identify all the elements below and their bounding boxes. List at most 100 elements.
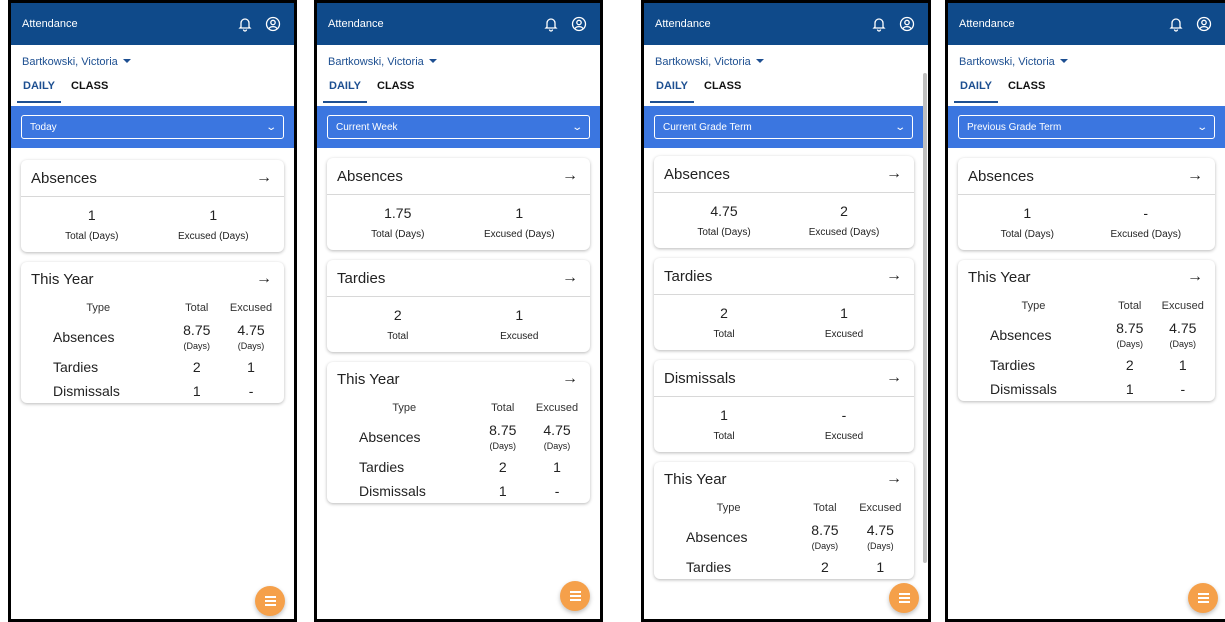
app-title: Attendance xyxy=(22,18,78,30)
col-header: Total xyxy=(185,302,209,314)
this-year-table: Type Total Excused Absences 8.75 (Days) 4.7… xyxy=(21,300,284,403)
menu-fab-button[interactable] xyxy=(889,583,919,613)
tab-class[interactable]: CLASS xyxy=(65,76,114,98)
col-header: Type xyxy=(1021,300,1046,312)
this-year-card[interactable]: This Year → Type Total Excused Absences 8.7… xyxy=(327,362,590,503)
col-header: Excused xyxy=(535,402,579,414)
bell-icon[interactable] xyxy=(1165,13,1187,35)
tab-daily[interactable]: DAILY xyxy=(650,76,694,103)
col-header: Type xyxy=(716,502,741,514)
period-select[interactable]: Previous Grade Term ⌄ xyxy=(958,115,1215,139)
menu-fab-button[interactable] xyxy=(1188,583,1218,613)
this-year-card[interactable]: This Year → Type Total Excused Absences 8.7… xyxy=(958,260,1215,401)
card-title: Absences xyxy=(968,167,1034,185)
arrow-right-icon[interactable]: → xyxy=(256,169,272,187)
arrow-right-icon[interactable]: → xyxy=(256,270,272,288)
table-row: Dismissals 1 - xyxy=(21,379,284,403)
caret-down-icon xyxy=(755,59,764,63)
stat-label: Total xyxy=(387,331,409,342)
account-icon[interactable] xyxy=(568,13,590,35)
cell-unit: (Days) xyxy=(811,541,839,551)
cell-value: 2 xyxy=(498,459,507,475)
col-header: Excused xyxy=(859,502,902,514)
period-select[interactable]: Today ⌄ xyxy=(21,115,284,139)
arrow-right-icon[interactable]: → xyxy=(1187,167,1203,185)
absences-excused: - xyxy=(1143,205,1149,221)
account-icon[interactable] xyxy=(262,13,284,35)
period-select[interactable]: Current Grade Term ⌄ xyxy=(654,115,913,139)
row-label: Dismissals xyxy=(53,383,120,399)
student-selector[interactable]: Bartkowski, Victoria xyxy=(644,45,928,72)
bell-icon[interactable] xyxy=(868,13,890,35)
col-header: Total xyxy=(491,402,515,414)
period-select[interactable]: Current Week ⌄ xyxy=(327,115,590,139)
arrow-right-icon[interactable]: → xyxy=(562,269,578,287)
student-name: Bartkowski, Victoria xyxy=(22,56,118,68)
filter-bar: Current Grade Term ⌄ xyxy=(644,106,923,148)
arrow-right-icon[interactable]: → xyxy=(562,370,578,388)
row-label: Tardies xyxy=(359,459,405,475)
cell-value: 4.75 xyxy=(543,422,571,438)
menu-fab-button[interactable] xyxy=(255,586,285,616)
absences-total: 4.75 xyxy=(710,203,738,219)
tab-class[interactable]: CLASS xyxy=(1002,76,1051,98)
menu-icon xyxy=(569,591,581,601)
cell-value: 2 xyxy=(821,559,829,575)
arrow-right-icon[interactable]: → xyxy=(886,267,902,285)
menu-icon xyxy=(1197,593,1209,603)
cell-value: 1 xyxy=(1178,357,1187,373)
account-icon[interactable] xyxy=(896,13,918,35)
this-year-card[interactable]: This Year → Type Total Excused Absences 8.7… xyxy=(654,462,914,579)
tab-class[interactable]: CLASS xyxy=(698,76,747,98)
menu-icon xyxy=(264,596,276,606)
cell-value: 2 xyxy=(192,359,201,375)
cell-unit: (Days) xyxy=(237,341,265,351)
row-label: Absences xyxy=(359,428,421,445)
this-year-table: Type Total Excused Absences 8.75 (Days) 4.7… xyxy=(958,298,1215,401)
card-title: This Year xyxy=(968,268,1031,286)
cell-value: 1 xyxy=(192,383,201,399)
absences-card[interactable]: Absences → 4.75 Total (Days) 2 Excused (Day… xyxy=(654,156,914,248)
tab-daily[interactable]: DAILY xyxy=(323,76,367,103)
bell-icon[interactable] xyxy=(540,13,562,35)
cell-value: 1 xyxy=(1125,381,1134,397)
cell-value: 8.75 xyxy=(1116,320,1144,336)
absences-card[interactable]: Absences → 1.75 Total (Days) 1 Excused (Day… xyxy=(327,158,590,250)
row-label: Dismissals xyxy=(359,483,426,499)
student-name: Bartkowski, Victoria xyxy=(655,56,751,68)
tardies-card[interactable]: Tardies → 2 Total 1 Excused xyxy=(654,258,914,350)
bell-icon[interactable] xyxy=(234,13,256,35)
tab-daily[interactable]: DAILY xyxy=(17,76,61,103)
arrow-right-icon[interactable]: → xyxy=(886,369,902,387)
absences-card[interactable]: Absences → 1 Total (Days) 1 Excused (Days) xyxy=(21,160,284,252)
student-selector[interactable]: Bartkowski, Victoria xyxy=(317,45,600,72)
tab-class[interactable]: CLASS xyxy=(371,76,420,98)
cell-unit: (Days) xyxy=(1169,339,1197,349)
menu-icon xyxy=(898,593,910,603)
tab-bar: DAILY CLASS xyxy=(11,72,294,103)
this-year-card[interactable]: This Year → Type Total Excused Absences 8.7… xyxy=(21,262,284,403)
table-row: Absences 8.75 (Days) 4.75 (Days) xyxy=(327,418,590,455)
tardies-card[interactable]: Tardies → 2 Total 1 Excused xyxy=(327,260,590,352)
menu-fab-button[interactable] xyxy=(560,581,590,611)
table-row: Absences 8.75 (Days) 4.75 (Days) xyxy=(21,318,284,355)
student-selector[interactable]: Bartkowski, Victoria xyxy=(948,45,1225,72)
phone-screen-previous-grade-term: Attendance Bartkowski, Victoria DAILY CL… xyxy=(945,0,1225,622)
cell-value: 8.75 xyxy=(183,322,211,338)
absences-card[interactable]: Absences → 1 Total (Days) - Excused (Days) xyxy=(958,158,1215,250)
scrollbar[interactable] xyxy=(923,73,927,563)
arrow-right-icon[interactable]: → xyxy=(1187,268,1203,286)
arrow-right-icon[interactable]: → xyxy=(886,165,902,183)
tab-daily[interactable]: DAILY xyxy=(954,76,998,103)
row-label: Dismissals xyxy=(990,381,1057,397)
chevron-down-icon: ⌄ xyxy=(893,121,906,133)
app-bar: Attendance xyxy=(317,3,600,45)
arrow-right-icon[interactable]: → xyxy=(562,167,578,185)
cell-unit: (Days) xyxy=(183,341,211,351)
account-icon[interactable] xyxy=(1193,13,1215,35)
stat-label: Total xyxy=(713,329,735,340)
dismissals-card[interactable]: Dismissals → 1 Total - Excused xyxy=(654,360,914,452)
arrow-right-icon[interactable]: → xyxy=(886,470,902,488)
absences-excused: 2 xyxy=(840,203,848,219)
student-selector[interactable]: Bartkowski, Victoria xyxy=(11,45,294,72)
